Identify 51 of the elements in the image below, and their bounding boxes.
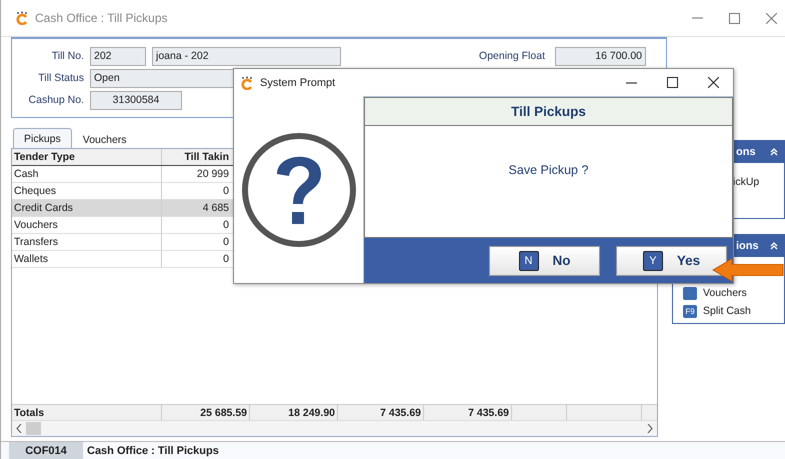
till-no-field[interactable]: 202 (90, 46, 146, 66)
maximize-icon[interactable] (667, 77, 678, 88)
table-cell: Wallets (12, 251, 162, 267)
app-logo-icon (16, 11, 29, 25)
till-status-label: Till Status (37, 72, 84, 84)
till-name-field[interactable]: joana - 202 (152, 46, 341, 66)
totals-cell: 7 435.69 (338, 405, 424, 420)
dialog-title: System Prompt (260, 76, 336, 88)
dialog-heading: Till Pickups (364, 97, 733, 126)
dialog-button[interactable]: Y Yes (616, 246, 727, 276)
close-icon[interactable] (708, 77, 719, 88)
horizontal-scrollbar[interactable] (12, 421, 657, 436)
table-cell: Vouchers (12, 217, 162, 233)
table-cell: Credit Cards (12, 200, 162, 216)
panel-action-link[interactable]: ickUp (733, 176, 760, 188)
arrow-icon (712, 258, 784, 282)
shortcut-key-icon: F9 (683, 304, 697, 318)
collapse-icon[interactable] (770, 242, 778, 250)
till-no-label: Till No. (50, 50, 84, 62)
question-icon (240, 132, 356, 248)
totals-cell: 7 435.69 (424, 405, 512, 420)
panel-action-link[interactable]: Split Cash (703, 305, 751, 317)
scroll-thumb[interactable] (26, 422, 41, 435)
totals-cell: Totals (12, 405, 162, 420)
panel-title: ons (736, 146, 756, 158)
dialog-message: Save Pickup ? (508, 163, 588, 179)
minimize-icon[interactable] (626, 82, 637, 84)
table-cell: Cheques (12, 183, 162, 199)
screen-title: Cash Office : Till Pickups (86, 444, 219, 456)
opening-float-field[interactable]: 16 700.00 (555, 46, 646, 66)
table-cell: Transfers (12, 234, 162, 250)
shortcut-key-icon (683, 286, 697, 300)
cashup-no-label: Cashup No. (28, 94, 84, 106)
till-status-field[interactable]: Open (90, 68, 234, 88)
collapse-icon[interactable] (770, 148, 778, 156)
cashup-no-field[interactable]: 31300584 (90, 90, 182, 110)
table-cell: Cash (12, 166, 162, 182)
panel-title: ions (736, 240, 759, 252)
panel-action-link[interactable]: Vouchers (703, 287, 747, 299)
scroll-right-icon[interactable] (647, 424, 653, 433)
dialog-logo-icon (241, 76, 254, 90)
screen-code: COF014 (9, 442, 83, 459)
tab[interactable]: Vouchers (72, 130, 138, 148)
opening-float-label: Opening Float (479, 50, 545, 62)
dialog-button[interactable]: N No (489, 246, 600, 276)
scroll-left-icon[interactable] (16, 424, 22, 433)
column-header[interactable]: Tender Type (12, 149, 162, 165)
tab[interactable]: Pickups (13, 128, 72, 148)
totals-cell: 18 249.90 (250, 405, 338, 420)
window-title: Cash Office : Till Pickups (35, 11, 168, 25)
totals-cell: 25 685.59 (162, 405, 250, 420)
